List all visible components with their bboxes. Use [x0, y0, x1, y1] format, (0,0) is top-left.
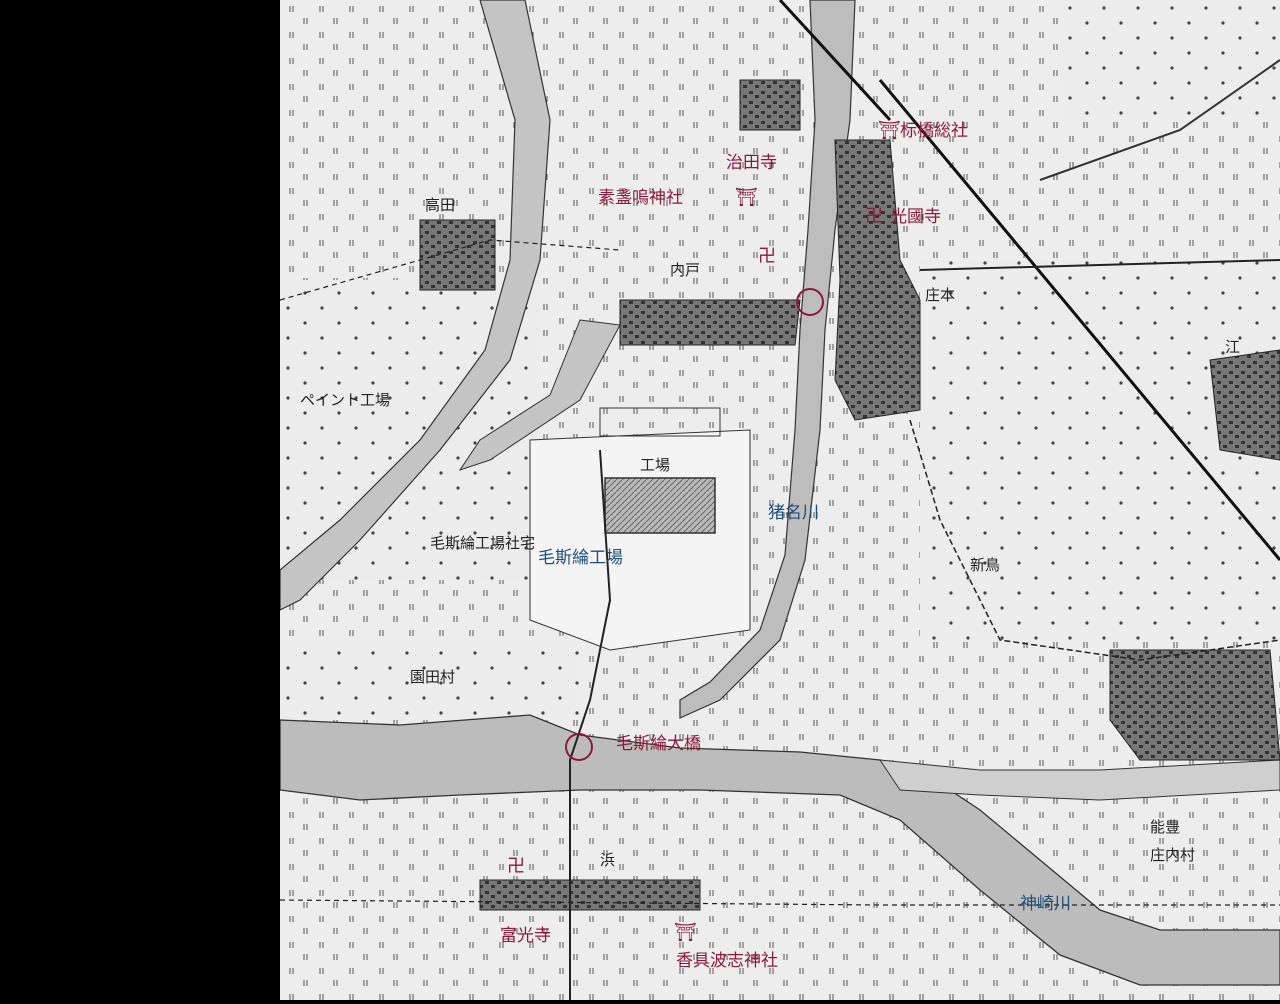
old-label-factory-mark: 工場 — [640, 456, 670, 474]
label-mosulin-factory[interactable]: 毛斯綸工場 — [538, 548, 623, 568]
old-label-factory-house: 毛斯綸工場社宅 — [430, 534, 535, 552]
old-label-shonai: 庄内村 — [1150, 846, 1195, 864]
town-shonai — [1109, 649, 1280, 761]
label-susanoo-shrine[interactable]: 素盞嗚神社 — [598, 188, 683, 208]
temple-icon: 卍 — [507, 856, 525, 877]
label-kagu-hashi-shrine[interactable]: 香具波志神社 — [676, 951, 778, 971]
label-mosulin-bridge[interactable]: 毛斯綸大橋 — [616, 734, 701, 754]
town-uchito — [619, 299, 801, 346]
town-hama — [479, 879, 701, 911]
field-dots-ne — [1060, 0, 1280, 120]
town-east — [1209, 349, 1280, 461]
shrine-icon: ⛩ — [878, 120, 901, 141]
historic-map[interactable]: 高田 内戸 庄本 ペイント工場 園田村 毛斯綸工場社宅 工場 浜 能豊 庄内村 … — [279, 0, 1280, 1000]
label-soja-shrine[interactable]: 标橋総社 — [900, 121, 968, 141]
old-label-shomoto: 庄本 — [925, 286, 955, 304]
town-north — [739, 79, 801, 131]
old-label-paint: ペイント工場 — [300, 391, 390, 409]
old-label-takada: 高田 — [425, 196, 455, 214]
old-label-hama: 浜 — [600, 851, 615, 869]
factory-building — [604, 477, 716, 534]
label-kanzaki-river[interactable]: 神崎川 — [1020, 894, 1071, 914]
old-label-sonoda: 園田村 — [410, 668, 455, 686]
label-jiden-ji[interactable]: 治田寺 — [726, 153, 777, 173]
temple-icon: 卍 — [865, 206, 883, 227]
black-border — [0, 0, 280, 1000]
label-fuko-ji[interactable]: 富光寺 — [500, 926, 551, 946]
shrine-icon: ⛩ — [674, 922, 697, 943]
old-label-nose: 能豊 — [1150, 818, 1180, 836]
temple-icon: 卍 — [758, 246, 776, 267]
old-label-e: 江 — [1225, 338, 1240, 356]
town-takada — [419, 219, 496, 291]
label-kokoku-ji[interactable]: 光國寺 — [890, 207, 941, 227]
shrine-icon: ⛩ — [735, 187, 758, 208]
old-label-shinjima: 新鳥 — [970, 556, 1000, 574]
label-ina-river[interactable]: 猪名川 — [768, 503, 819, 523]
old-label-uchito: 内戸 — [670, 261, 700, 279]
